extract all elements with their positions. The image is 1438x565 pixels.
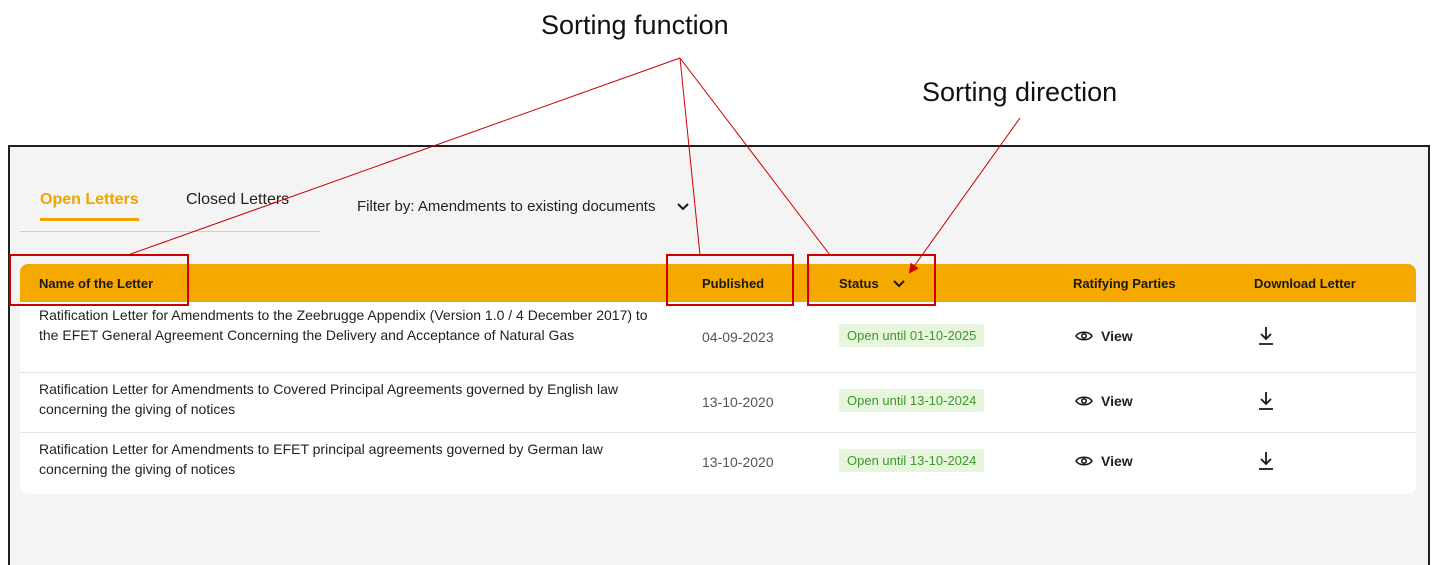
published-date: 13-10-2020	[702, 454, 774, 470]
column-header-status-label: Status	[839, 276, 879, 291]
column-header-published[interactable]: Published	[702, 276, 764, 291]
table-row: Ratification Letter for Amendments to EF…	[20, 432, 1416, 492]
letter-name: Ratification Letter for Amendments to EF…	[39, 441, 603, 477]
published-date: 04-09-2023	[702, 329, 774, 345]
view-label: View	[1101, 328, 1133, 344]
filter-dropdown[interactable]: Filter by: Amendments to existing docume…	[357, 198, 690, 215]
eye-icon	[1075, 396, 1093, 406]
annotation-sorting-direction: Sorting direction	[922, 77, 1118, 107]
table-row: Ratification Letter for Amendments to th…	[20, 302, 1416, 373]
view-label: View	[1101, 453, 1133, 469]
column-header-download-letter: Download Letter	[1254, 276, 1356, 291]
letters-table: Name of the Letter Published Status Rati…	[20, 264, 1416, 494]
download-icon[interactable]	[1258, 326, 1274, 346]
tab-open-letters[interactable]: Open Letters	[40, 191, 139, 221]
chevron-down-icon	[677, 202, 690, 210]
table-header: Name of the Letter Published Status Rati…	[20, 264, 1416, 302]
chevron-down-icon[interactable]	[893, 278, 905, 290]
download-icon[interactable]	[1258, 451, 1274, 471]
letter-name: Ratification Letter for Amendments to th…	[39, 307, 648, 343]
letter-name: Ratification Letter for Amendments to Co…	[39, 381, 618, 417]
column-header-ratifying-parties: Ratifying Parties	[1073, 276, 1176, 291]
status-badge: Open until 13-10-2024	[839, 389, 985, 412]
download-icon[interactable]	[1258, 391, 1274, 411]
published-date: 13-10-2020	[702, 394, 774, 410]
filter-label: Filter by: Amendments to existing docume…	[357, 198, 656, 215]
eye-icon	[1075, 331, 1093, 341]
eye-icon	[1075, 456, 1093, 466]
annotation-sorting-function: Sorting function	[541, 10, 729, 40]
column-header-status[interactable]: Status	[839, 276, 905, 291]
tab-closed-letters[interactable]: Closed Letters	[186, 191, 289, 218]
tab-bar: Open Letters Closed Letters	[20, 191, 320, 232]
status-badge: Open until 13-10-2024	[839, 449, 985, 472]
status-badge: Open until 01-10-2025	[839, 324, 985, 347]
table-row: Ratification Letter for Amendments to Co…	[20, 372, 1416, 433]
view-label: View	[1101, 393, 1133, 409]
column-header-name[interactable]: Name of the Letter	[39, 276, 153, 291]
view-button[interactable]: View	[1075, 328, 1133, 344]
view-button[interactable]: View	[1075, 393, 1133, 409]
view-button[interactable]: View	[1075, 453, 1133, 469]
letters-panel: Open Letters Closed Letters Filter by: A…	[8, 145, 1430, 565]
